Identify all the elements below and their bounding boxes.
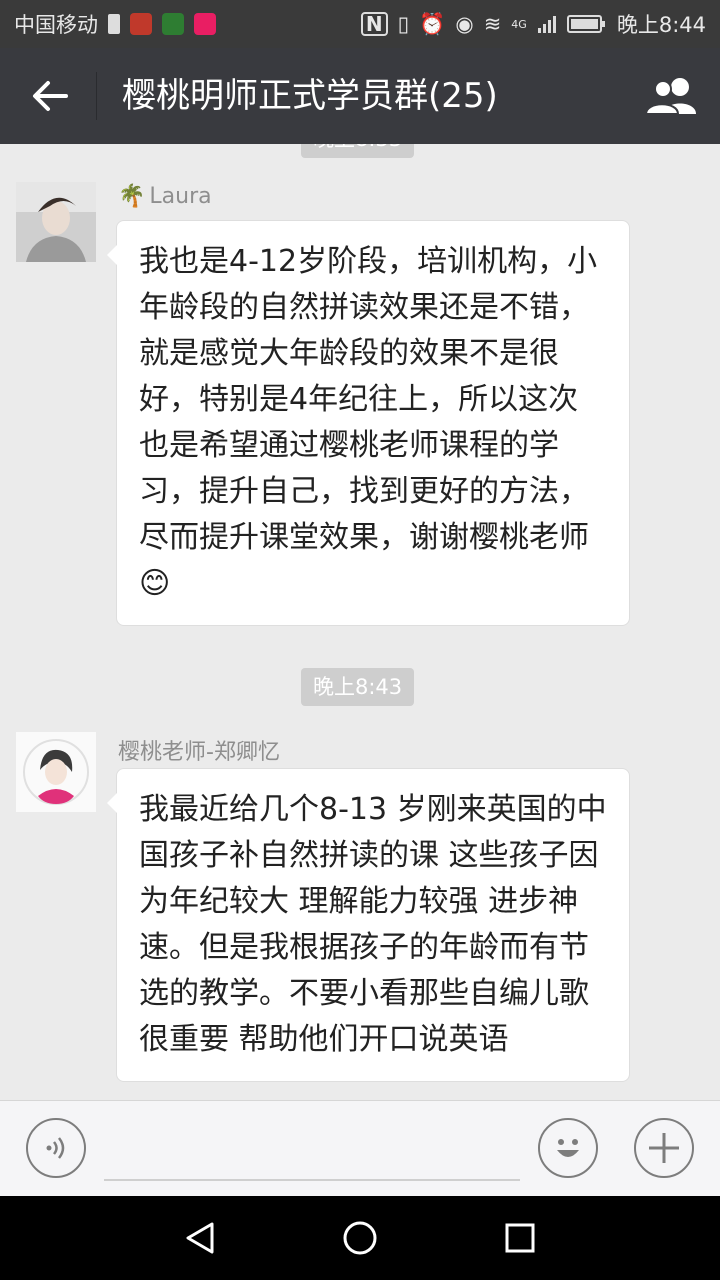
timestamp-partial: 晚上8:33 bbox=[301, 144, 415, 158]
notification-app-icon bbox=[162, 13, 184, 35]
sender-name-text: Laura bbox=[149, 184, 212, 209]
clock: 晚上8:44 bbox=[616, 13, 706, 37]
plus-icon bbox=[649, 1133, 679, 1163]
sender-name: 🌴 Laura bbox=[118, 184, 212, 209]
message-bubble[interactable]: 我最近给几个8-13 岁刚来英国的中国孩子补自然拼读的课 这些孩子因为年纪较大 … bbox=[107, 768, 630, 1082]
notification-app-icon bbox=[194, 13, 216, 35]
battery-icon bbox=[566, 15, 605, 33]
avatar-laura[interactable] bbox=[16, 182, 96, 262]
page-title: 樱桃明师正式学员群(25) bbox=[122, 76, 498, 116]
chat-area[interactable]: 晚上8:33 🌴 Laura 我也是4-12岁阶段，培训机构，小年龄段的自然拼读… bbox=[0, 144, 720, 1100]
message-input[interactable] bbox=[104, 1179, 520, 1181]
message-text: 我最近给几个8-13 岁刚来英国的中国孩子补自然拼读的课 这些孩子因为年纪较大 … bbox=[139, 792, 607, 1057]
smiley-icon bbox=[557, 1139, 579, 1157]
signal-icon bbox=[537, 16, 556, 33]
system-nav-bar bbox=[0, 1196, 720, 1280]
notification-app-icon bbox=[130, 13, 152, 35]
square-recents-icon bbox=[505, 1223, 535, 1253]
carrier-label: 中国移动 bbox=[14, 13, 98, 37]
avatar-teacher[interactable] bbox=[16, 732, 96, 812]
chat-header: 樱桃明师正式学员群(25) bbox=[0, 48, 720, 144]
voice-icon bbox=[46, 1137, 65, 1159]
nav-recents-button[interactable] bbox=[498, 1216, 542, 1260]
more-button[interactable] bbox=[634, 1118, 694, 1178]
message-text: 我也是4-12岁阶段，培训机构，小年龄段的自然拼读效果还是不错，就是感觉大年龄段… bbox=[139, 244, 598, 555]
alarm-icon: ⏰ bbox=[419, 11, 446, 36]
smiling-face-emoji: 😊 bbox=[139, 566, 171, 601]
status-bar: 中国移动 N ▯ ⏰ ◉ ≋ 4G 晚上8:44 bbox=[0, 0, 720, 48]
group-members-icon bbox=[644, 78, 696, 115]
message-bubble[interactable]: 我也是4-12岁阶段，培训机构，小年龄段的自然拼读效果还是不错，就是感觉大年龄段… bbox=[107, 220, 630, 626]
nfc-icon: N bbox=[360, 12, 388, 36]
circle-home-icon bbox=[343, 1221, 377, 1255]
sim-icon bbox=[108, 14, 120, 34]
timestamp: 晚上8:43 bbox=[301, 668, 415, 706]
arrow-left-icon bbox=[33, 81, 68, 111]
nav-back-button[interactable] bbox=[178, 1216, 222, 1260]
vibrate-icon: ▯ bbox=[397, 12, 410, 36]
triangle-back-icon bbox=[186, 1222, 214, 1254]
input-bar bbox=[0, 1100, 720, 1197]
sender-name: 樱桃老师-郑卿忆 bbox=[118, 740, 280, 765]
group-info-button[interactable] bbox=[644, 72, 700, 120]
voice-input-button[interactable] bbox=[26, 1118, 86, 1178]
back-button[interactable] bbox=[26, 70, 74, 122]
emoji-button[interactable] bbox=[538, 1118, 598, 1178]
palm-tree-icon: 🌴 bbox=[118, 184, 146, 209]
wifi-icon: ≋ bbox=[483, 12, 502, 36]
eye-icon: ◉ bbox=[455, 12, 474, 36]
nav-home-button[interactable] bbox=[338, 1216, 382, 1260]
header-divider bbox=[96, 72, 97, 120]
network-type: 4G bbox=[511, 17, 527, 31]
